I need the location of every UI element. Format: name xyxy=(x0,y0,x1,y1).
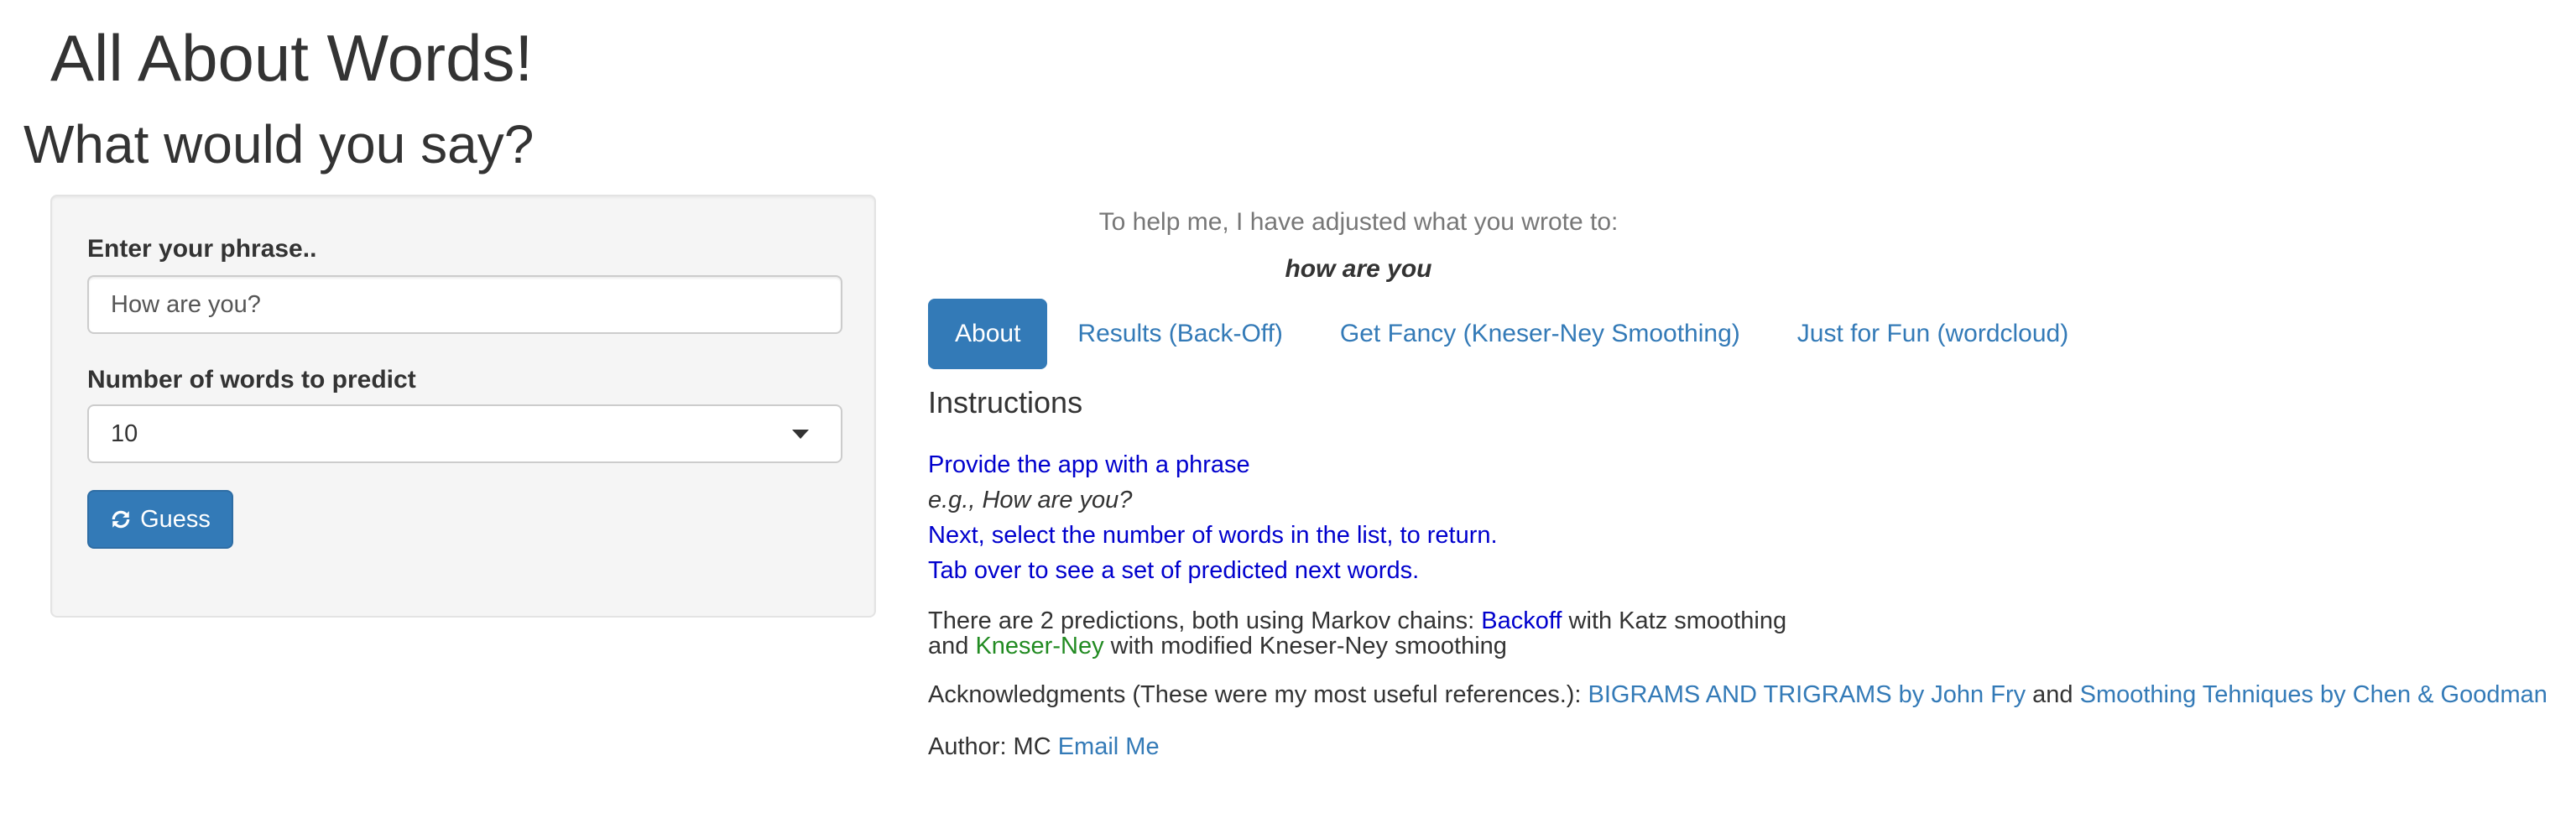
instruction-step-2: Next, select the number of words in the … xyxy=(928,522,1498,549)
tab-wordcloud[interactable]: Just for Fun (wordcloud) xyxy=(1770,299,2095,369)
instructions-heading: Instructions xyxy=(928,385,1083,420)
reference-link-bigrams[interactable]: BIGRAMS AND TRIGRAMS by John Fry xyxy=(1588,681,2026,708)
word-count-value: 10 xyxy=(111,420,138,447)
kneser-ney-label: Kneser-Ney xyxy=(975,633,1104,659)
tab-results-backoff[interactable]: Results (Back-Off) xyxy=(1051,299,1310,369)
tab-bar: About Results (Back-Off) Get Fancy (Knes… xyxy=(928,299,2099,369)
adjusted-intro: To help me, I have adjusted what you wro… xyxy=(1098,208,1619,236)
backoff-label: Backoff xyxy=(1481,607,1562,634)
input-panel: Enter your phrase.. Number of words to p… xyxy=(50,195,876,618)
adjusted-phrase: how are you xyxy=(1285,255,1432,283)
instruction-example: e.g., How are you? xyxy=(928,487,1133,513)
instruction-step-1: Provide the app with a phrase xyxy=(928,451,1250,478)
kneser-ney-suffix: with modified Kneser-Ney smoothing xyxy=(1103,633,1507,659)
refresh-icon xyxy=(112,510,130,529)
reference-link-smoothing[interactable]: Smoothing Tehniques by Chen & Goodman xyxy=(2080,681,2547,708)
email-me-link[interactable]: Email Me xyxy=(1058,733,1160,760)
tab-about[interactable]: About xyxy=(928,299,1048,369)
predictions-prefix: There are 2 predictions, both using Mark… xyxy=(928,607,1482,634)
acknowledgments-and: and xyxy=(2026,681,2080,708)
predictions-line-1: There are 2 predictions, both using Mark… xyxy=(928,609,1786,633)
acknowledgments: Acknowledgments (These were my most usef… xyxy=(928,683,2547,707)
phrase-input[interactable] xyxy=(87,275,842,334)
caret-down-icon xyxy=(792,429,809,439)
guess-button[interactable]: Guess xyxy=(87,490,233,549)
word-count-label: Number of words to predict xyxy=(87,366,416,394)
predictions-line-2: and Kneser-Ney with modified Kneser-Ney … xyxy=(928,634,1507,659)
app-title: All About Words! xyxy=(50,21,534,95)
guess-button-label: Guess xyxy=(140,505,211,533)
app-subtitle: What would you say? xyxy=(23,114,534,175)
backoff-suffix: with Katz smoothing xyxy=(1562,607,1787,634)
phrase-label: Enter your phrase.. xyxy=(87,235,317,263)
acknowledgments-prefix: Acknowledgments (These were my most usef… xyxy=(928,681,1588,708)
word-count-select[interactable]: 10 xyxy=(87,404,842,463)
and-prefix: and xyxy=(928,633,976,659)
tab-kneser-ney[interactable]: Get Fancy (Kneser-Ney Smoothing) xyxy=(1313,299,1767,369)
instruction-step-3: Tab over to see a set of predicted next … xyxy=(928,557,1420,584)
author-line: Author: MC Email Me xyxy=(928,735,1160,759)
author-prefix: Author: MC xyxy=(928,733,1058,760)
